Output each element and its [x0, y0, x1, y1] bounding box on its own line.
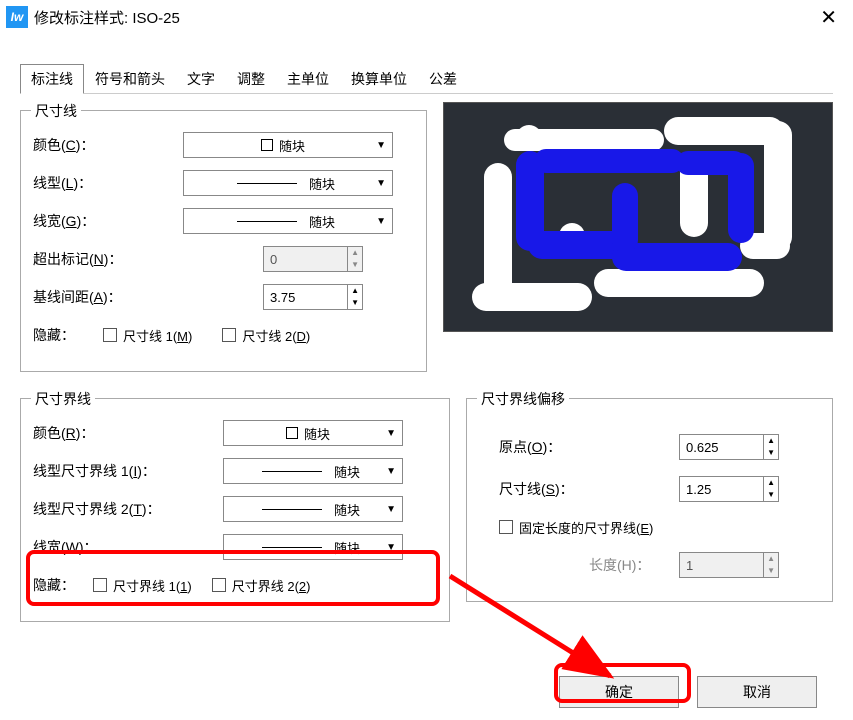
app-icon: Iw — [6, 6, 28, 28]
fixed-length-checkbox[interactable]: 固定长度的尺寸界线(E) — [499, 518, 653, 537]
window-title: 修改标注样式: ISO-25 — [34, 7, 816, 28]
ok-button[interactable]: 确定 — [559, 676, 679, 708]
baseline-label: 基线间距(A)： — [33, 287, 263, 307]
ext-lt1-combo[interactable]: 随块 ▼ — [223, 458, 403, 484]
ext-lw-combo[interactable]: 随块 ▼ — [223, 534, 403, 560]
lineweight-label: 线宽(G)： — [33, 211, 183, 231]
linetype-combo[interactable]: 随块 ▼ — [183, 170, 393, 196]
tab-text[interactable]: 文字 — [176, 64, 226, 94]
chevron-down-icon: ▼ — [386, 504, 396, 515]
chevron-down-icon: ▼ — [376, 216, 386, 227]
extend-spinner: ▲▼ — [263, 246, 363, 272]
chevron-down-icon: ▼ — [386, 466, 396, 477]
tab-fit[interactable]: 调整 — [226, 64, 276, 94]
origin-spinner[interactable]: ▲▼ — [679, 434, 779, 460]
hide-ext2-checkbox[interactable]: 尺寸界线 2(2) — [212, 576, 311, 595]
ext-lw-label: 线宽(W)： — [33, 537, 223, 557]
color-label: 颜色(C)： — [33, 135, 183, 155]
tab-alternate-units[interactable]: 换算单位 — [340, 64, 418, 94]
close-icon[interactable]: ✕ — [816, 5, 841, 30]
ext-lt2-label: 线型尺寸界线 2(T)： — [33, 499, 223, 519]
color-combo[interactable]: 随块 ▼ — [183, 132, 393, 158]
chevron-down-icon: ▼ — [386, 542, 396, 553]
ext-lt2-combo[interactable]: 随块 ▼ — [223, 496, 403, 522]
length-spinner: ▲▼ — [679, 552, 779, 578]
tab-tolerances[interactable]: 公差 — [418, 64, 468, 94]
hide-ext1-checkbox[interactable]: 尺寸界线 1(1) — [93, 576, 192, 595]
ext-hide-label: 隐藏： — [33, 575, 93, 595]
ext-color-label: 颜色(R)： — [33, 423, 223, 443]
ext-color-combo[interactable]: 随块 ▼ — [223, 420, 403, 446]
tab-dimension-line[interactable]: 标注线 — [20, 64, 84, 94]
dimline-offset-spinner[interactable]: ▲▼ — [679, 476, 779, 502]
chevron-down-icon: ▼ — [376, 178, 386, 189]
cancel-button[interactable]: 取消 — [697, 676, 817, 708]
origin-label: 原点(O)： — [479, 437, 679, 457]
baseline-spinner[interactable]: ▲▼ — [263, 284, 363, 310]
hide-label: 隐藏： — [33, 325, 103, 345]
offset-legend: 尺寸界线偏移 — [477, 389, 569, 409]
tab-symbols-arrows[interactable]: 符号和箭头 — [84, 64, 176, 94]
dimline-offset-label: 尺寸线(S)： — [479, 479, 679, 499]
chevron-down-icon: ▼ — [386, 428, 396, 439]
linetype-label: 线型(L)： — [33, 173, 183, 193]
ext-line-group: 尺寸界线 颜色(R)： 随块 ▼ 线型尺寸界线 1(I)： 随块 ▼ — [20, 398, 450, 622]
chevron-down-icon: ▼ — [376, 140, 386, 151]
dim-line-group: 尺寸线 颜色(C)： 随块 ▼ 线型(L)： 随块 ▼ 线宽 — [20, 110, 427, 372]
dim-line-legend: 尺寸线 — [31, 101, 81, 121]
ext-lt1-label: 线型尺寸界线 1(I)： — [33, 461, 223, 481]
ext-line-legend: 尺寸界线 — [31, 389, 95, 409]
length-label: 长度(H)： — [589, 555, 679, 575]
hide-dim2-checkbox[interactable]: 尺寸线 2(D) — [222, 326, 310, 345]
extend-label: 超出标记(N)： — [33, 249, 263, 269]
hide-dim1-checkbox[interactable]: 尺寸线 1(M) — [103, 326, 192, 345]
offset-group: 尺寸界线偏移 原点(O)： ▲▼ 尺寸线(S)： ▲▼ — [466, 398, 833, 602]
lineweight-combo[interactable]: 随块 ▼ — [183, 208, 393, 234]
tab-primary-units[interactable]: 主单位 — [276, 64, 340, 94]
preview-pane — [443, 102, 833, 332]
